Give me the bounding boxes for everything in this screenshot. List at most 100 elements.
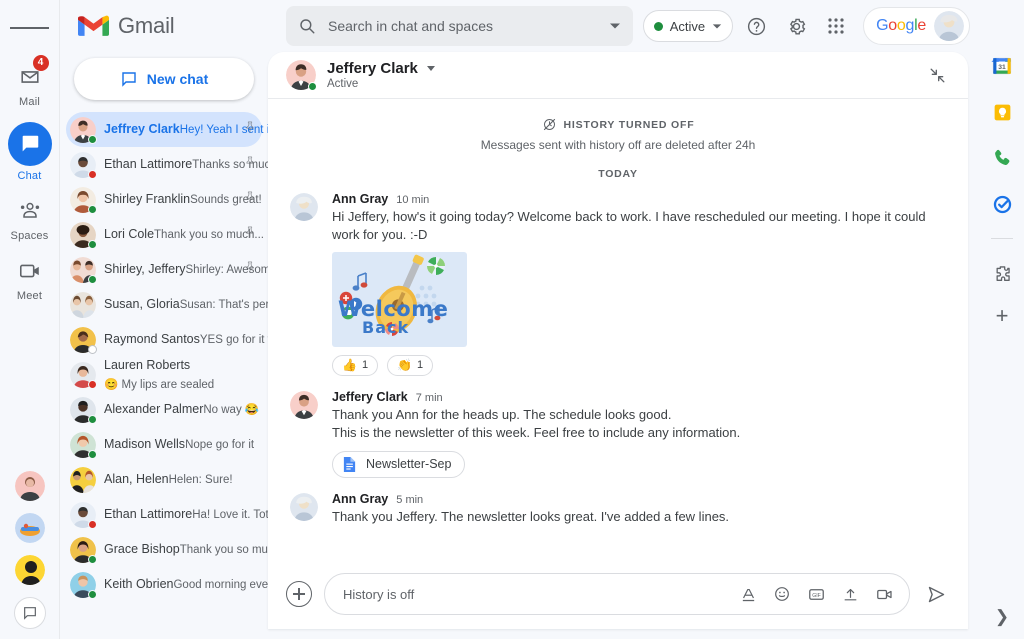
pin-icon[interactable] [244, 191, 256, 209]
chat-list-item[interactable]: Madison WellsNope go for it [66, 427, 262, 462]
avatar[interactable] [15, 513, 45, 543]
add-on-puzzle-icon[interactable] [988, 259, 1016, 287]
chat-list-item[interactable]: Ethan LattimoreThanks so much for... [66, 147, 262, 182]
status-pill[interactable]: Active [643, 10, 733, 42]
chat-list-item[interactable]: Alexander PalmerNo way 😂 [66, 392, 262, 427]
message-input-wrapper[interactable]: GIF [324, 573, 910, 615]
rail-item-mail[interactable]: 4 Mail [0, 62, 60, 108]
reaction-emoji: 👏 [397, 359, 412, 371]
pin-icon[interactable] [244, 121, 256, 139]
apps-grid-icon[interactable] [819, 9, 853, 43]
google-keep-icon[interactable] [988, 98, 1016, 126]
chevron-right-icon[interactable]: ❯ [995, 607, 1009, 627]
chat-list-item[interactable]: Lauren Roberts😊 My lips are sealed [66, 357, 262, 392]
collapse-icon[interactable] [920, 58, 954, 92]
reactions: 👍1 👏1 [332, 355, 946, 376]
chat-item-preview: Ha! Love it. Totally g... [192, 509, 268, 521]
chat-list: Jeffrey ClarkHey! Yeah I sent in... Ethan… [60, 108, 268, 639]
pin-icon[interactable] [244, 156, 256, 174]
hamburger-icon[interactable] [10, 8, 50, 48]
search-bar[interactable] [286, 6, 633, 46]
google-calendar-icon[interactable]: 31 [988, 52, 1016, 80]
pin-icon[interactable] [244, 261, 256, 279]
rail-bottom-avatars [14, 471, 46, 639]
mail-icon: 4 [8, 62, 52, 92]
avatar [70, 502, 96, 528]
gear-icon[interactable] [779, 9, 813, 43]
avatar [290, 193, 318, 221]
format-text-icon[interactable] [737, 583, 759, 605]
reaction-chip[interactable]: 👏1 [387, 355, 433, 376]
chevron-down-icon[interactable] [427, 66, 435, 71]
messages-container: Ann Gray10 min Hi Jeffery, how's it going… [290, 192, 946, 526]
message-body: Ann Gray5 minThank you Jeffery. The news… [332, 492, 946, 526]
welcome-text-line2: Back [362, 318, 409, 337]
chat-list-item[interactable]: Jeffrey ClarkHey! Yeah I sent in... [66, 112, 262, 147]
avatar [70, 292, 96, 318]
left-nav-rail: 4 Mail Chat Spaces [0, 0, 60, 639]
chat-list-item[interactable]: Raymond SantosYES go for it that wo... [66, 322, 262, 357]
svg-text:GIF: GIF [812, 592, 821, 598]
avatar [70, 117, 96, 143]
avatar[interactable] [15, 555, 45, 585]
message-input[interactable] [343, 587, 725, 602]
chat-item-text: Jeffrey ClarkHey! Yeah I sent in... [104, 120, 236, 138]
conversation-status: Active [327, 78, 435, 90]
composer: GIF [268, 569, 968, 629]
chat-item-preview: Good morning eve... [173, 579, 268, 591]
avatar[interactable] [15, 471, 45, 501]
chat-list-item[interactable]: Lori ColeThank you so much... [66, 217, 262, 252]
gif-icon[interactable]: GIF [805, 583, 827, 605]
chevron-down-icon [712, 21, 722, 31]
search-icon [298, 17, 316, 35]
history-banner-text: HISTORY TURNED OFF [564, 119, 695, 131]
new-chat-bubble-icon[interactable] [14, 597, 46, 629]
chat-list-item[interactable]: Keith ObrienGood morning eve... [66, 567, 262, 602]
chat-list-item[interactable]: Shirley, JefferyShirley: Awesome... [66, 252, 262, 287]
plus-icon[interactable] [286, 581, 312, 607]
rail-item-spaces[interactable]: Spaces [0, 196, 60, 242]
chat-item-name: Ethan Lattimore [104, 157, 192, 171]
rail-label-spaces: Spaces [11, 230, 49, 242]
search-input[interactable] [328, 18, 597, 34]
top-bar: Active Google [268, 0, 980, 52]
rail-item-chat[interactable]: Chat [0, 122, 60, 182]
chat-list-item[interactable]: Alan, HelenHelen: Sure! [66, 462, 262, 497]
main-column: Active Google [268, 0, 980, 639]
chat-list-item[interactable]: Ethan LattimoreHa! Love it. Totally g... [66, 497, 262, 532]
chevron-down-icon[interactable] [609, 20, 621, 32]
send-icon[interactable] [922, 580, 950, 608]
new-chat-button[interactable]: New chat [74, 58, 254, 100]
emoji-icon[interactable] [771, 583, 793, 605]
chat-item-name: Shirley Franklin [104, 192, 190, 206]
account-button[interactable]: Google [863, 7, 970, 45]
message-text: Hi Jeffery, how's it going today? Welcom… [332, 208, 946, 245]
message-header: Ann Gray10 min [332, 192, 946, 206]
help-icon[interactable] [739, 9, 773, 43]
video-meeting-icon[interactable] [873, 583, 895, 605]
rail-item-meet[interactable]: Meet [0, 256, 60, 302]
conversation-avatar [286, 60, 316, 90]
google-tasks-icon[interactable] [988, 190, 1016, 218]
pin-icon[interactable] [244, 226, 256, 244]
avatar [70, 432, 96, 458]
attachment-chip[interactable]: Newsletter-Sep [332, 451, 465, 478]
chat-item-text: Shirley, JefferyShirley: Awesome... [104, 260, 236, 278]
chat-item-text: Alan, HelenHelen: Sure! [104, 470, 256, 488]
chat-item-name: Alan, Helen [104, 472, 169, 486]
google-contacts-icon[interactable] [988, 144, 1016, 172]
conversation-panel: Jeffery Clark Active [268, 52, 968, 629]
presence-indicator [88, 240, 97, 249]
chat-list-item[interactable]: Shirley FranklinSounds great! [66, 182, 262, 217]
plus-icon[interactable]: + [996, 305, 1009, 327]
avatar [290, 391, 318, 419]
chat-list-item[interactable]: Grace BishopThank you so much... [66, 532, 262, 567]
chat-list-item[interactable]: Susan, GloriaSusan: That's perfect [66, 287, 262, 322]
reaction-chip[interactable]: 👍1 [332, 355, 378, 376]
welcome-back-image[interactable]: WelcomeBack [332, 252, 467, 347]
upload-icon[interactable] [839, 583, 861, 605]
avatar [70, 467, 96, 493]
presence-indicator [88, 170, 97, 179]
chat-item-text: Keith ObrienGood morning eve... [104, 575, 256, 593]
avatar[interactable] [934, 11, 964, 41]
